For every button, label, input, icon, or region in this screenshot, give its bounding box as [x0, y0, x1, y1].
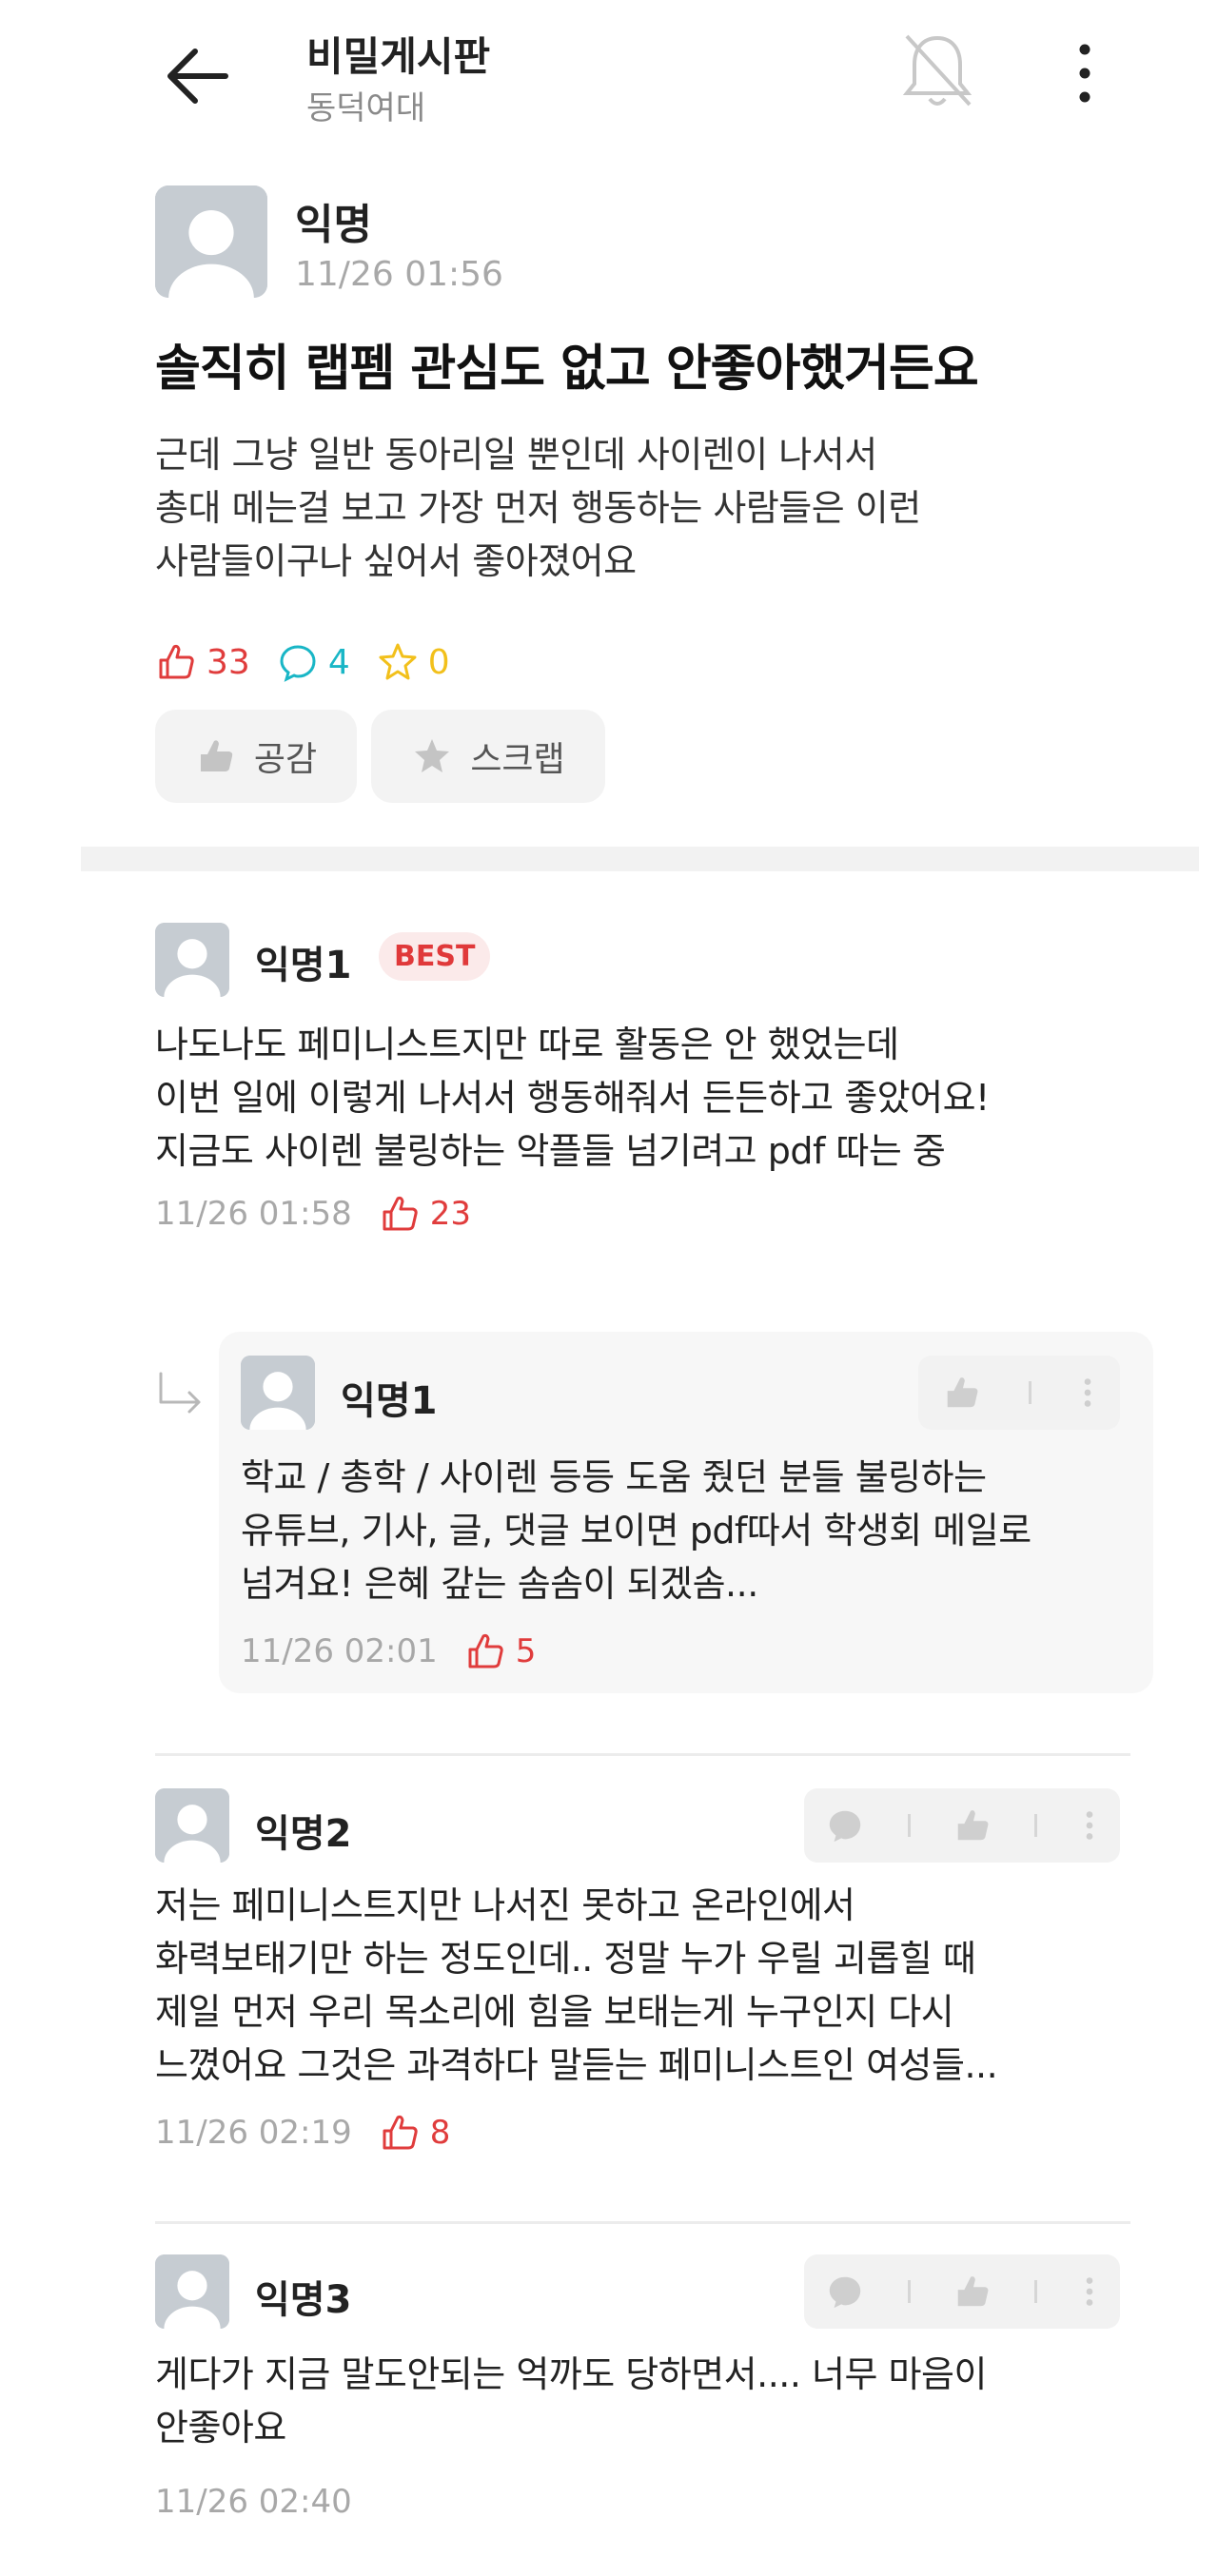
comment-like-count: 8 — [379, 2112, 450, 2154]
star-icon — [379, 643, 417, 680]
post-time: 11/26 01:56 — [295, 255, 503, 294]
comment-time: 11/26 01:58 — [155, 1195, 352, 1233]
thumbs-up-icon — [200, 740, 233, 771]
comment-actions — [918, 1356, 1120, 1430]
thumbs-up-icon[interactable] — [953, 2272, 992, 2312]
default-avatar-icon — [155, 2254, 229, 2329]
best-badge: BEST — [379, 932, 491, 981]
post-stats: 33 4 0 — [155, 635, 477, 689]
comment-avatar — [241, 1356, 315, 1430]
comment-like-count: 23 — [379, 1193, 471, 1235]
speech-bubble-icon[interactable] — [825, 2272, 865, 2312]
post-author: 익명 — [295, 201, 372, 249]
thumbs-up-icon[interactable] — [942, 1373, 982, 1413]
more-menu-button[interactable] — [1071, 40, 1099, 107]
like-count: 33 — [155, 641, 250, 683]
thumbs-up-icon — [468, 1633, 503, 1669]
comment-meta: 11/26 02:19 8 — [155, 2112, 450, 2154]
comment-meta: 11/26 01:58 23 — [155, 1193, 471, 1235]
comment-time: 11/26 02:01 — [241, 1632, 438, 1670]
comment-like-count: 5 — [464, 1630, 536, 1672]
default-avatar-icon — [155, 1788, 229, 1863]
section-divider — [81, 847, 1199, 871]
kebab-menu-icon[interactable] — [1078, 1373, 1097, 1413]
thumbs-up-icon[interactable] — [953, 1805, 992, 1845]
post-author-avatar — [155, 185, 267, 298]
kebab-menu-icon[interactable] — [1080, 1805, 1099, 1845]
post-body: 근데 그냥 일반 동아리일 뿐인데 사이렌이 나서서 총대 메는걸 보고 가장 … — [155, 434, 921, 582]
comment-time: 11/26 02:19 — [155, 2114, 352, 2152]
comment-author: 익명1 — [255, 944, 352, 987]
scrap-button[interactable]: 스크랩 — [371, 710, 605, 803]
default-avatar-icon — [155, 923, 229, 997]
kebab-menu-icon — [1079, 44, 1090, 103]
comment-count: 4 — [277, 641, 350, 683]
comment-avatar — [155, 1788, 229, 1863]
speech-bubble-icon — [280, 645, 316, 682]
bell-off-icon — [902, 34, 972, 107]
comment-divider — [155, 1753, 1130, 1756]
comment-divider — [155, 2221, 1130, 2224]
post-title: 솔직히 랩펨 관심도 없고 안좋아했거든요 — [155, 341, 979, 398]
comment-time: 11/26 02:40 — [155, 2483, 352, 2521]
comment-actions — [804, 2254, 1120, 2329]
thumbs-up-icon — [159, 644, 194, 679]
like-button[interactable]: 공감 — [155, 710, 357, 803]
comment-meta: 11/26 02:01 5 — [241, 1630, 536, 1672]
back-button[interactable] — [157, 38, 233, 114]
notification-toggle[interactable] — [899, 29, 975, 114]
comment-avatar — [155, 923, 229, 997]
comment-author: 익명1 — [341, 1379, 438, 1423]
back-arrow-icon — [167, 49, 228, 104]
comment-actions — [804, 1788, 1120, 1863]
comment-author: 익명3 — [255, 2278, 352, 2322]
comment-body: 나도나도 페미니스트지만 따로 활동은 안 했었는데 이번 일에 이렇게 나서서… — [155, 1024, 990, 1172]
comment-avatar — [155, 2254, 229, 2329]
reply-arrow-icon — [155, 1370, 208, 1423]
default-avatar-icon — [155, 185, 267, 298]
board-title: 비밀게시판 — [306, 33, 491, 80]
comment-body: 학교 / 총학 / 사이렌 등등 도움 줬던 분들 불링하는 유튜브, 기사, … — [241, 1456, 1031, 1605]
comment-body: 게다가 지금 말도안되는 억까도 당하면서.... 너무 마음이 안좋아요 — [155, 2353, 987, 2449]
scrap-count: 0 — [377, 641, 450, 683]
kebab-menu-icon[interactable] — [1080, 2272, 1099, 2312]
default-avatar-icon — [241, 1356, 315, 1430]
board-subtitle: 동덕여대 — [306, 89, 426, 127]
thumbs-up-icon — [383, 1196, 418, 1231]
comment-body: 저는 페미니스트지만 나서진 못하고 온라인에서 화력보태기만 하는 정도인데.… — [155, 1884, 998, 2086]
thumbs-up-icon — [383, 2115, 418, 2150]
comment-meta: 11/26 02:40 — [155, 2483, 352, 2521]
comment-author: 익명2 — [255, 1812, 352, 1856]
speech-bubble-icon[interactable] — [825, 1805, 865, 1845]
star-icon — [415, 739, 450, 772]
